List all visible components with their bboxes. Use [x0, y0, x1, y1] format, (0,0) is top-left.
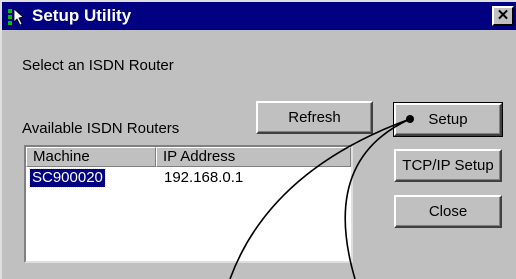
refresh-button[interactable]: Refresh [256, 101, 373, 134]
close-button[interactable]: Close [394, 195, 502, 228]
setup-utility-window: Setup Utility ✕ Select an ISDN Router Av… [0, 0, 516, 279]
close-icon[interactable]: ✕ [492, 6, 514, 26]
setup-utility-icon [8, 8, 24, 25]
setup-button[interactable]: Setup [393, 102, 503, 137]
column-header-machine[interactable]: Machine [26, 147, 156, 167]
available-routers-label: Available ISDN Routers [22, 120, 180, 137]
tcpip-setup-button[interactable]: TCP/IP Setup [394, 149, 502, 182]
window-title: Setup Utility [32, 6, 132, 25]
title-bar: Setup Utility ✕ [2, 2, 516, 30]
row-ip-cell: 192.168.0.1 [164, 169, 244, 186]
router-list[interactable]: Machine IP Address SC900020 192.168.0.1 [24, 145, 353, 263]
row-machine-cell[interactable]: SC900020 [29, 168, 106, 188]
column-header-ip-address[interactable]: IP Address [156, 147, 351, 167]
select-router-label: Select an ISDN Router [22, 57, 174, 74]
